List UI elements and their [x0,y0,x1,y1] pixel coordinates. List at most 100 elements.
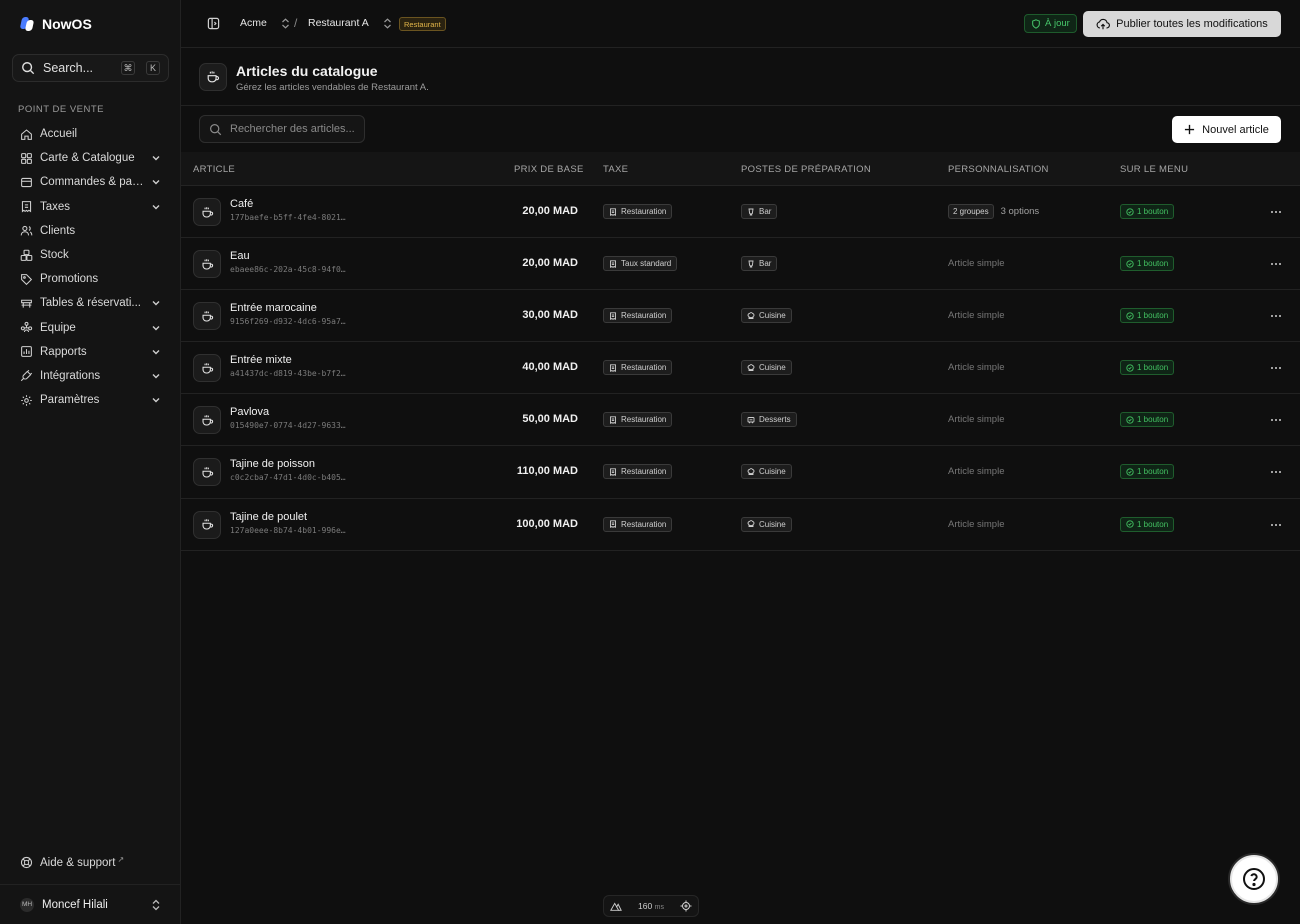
new-article-button[interactable]: Nouvel article [1172,116,1281,143]
check-circle-icon [1126,520,1134,528]
receipt-icon [610,416,616,424]
app-name: NowOS [42,16,92,32]
sidebar-item-accueil[interactable]: Accueil [12,122,169,146]
article-name[interactable]: Entrée mixte [230,354,292,366]
article-name[interactable]: Café [230,198,253,210]
tax-badge: Restauration [603,464,673,480]
station-badge: Bar [741,204,778,219]
station-label: Bar [759,207,772,216]
dev-toolbar: 160 ms [603,895,699,917]
col-stations[interactable]: POSTES DE PRÉPARATION [741,164,871,175]
receipt-icon [610,312,616,320]
more-actions-icon[interactable] [1270,519,1282,531]
receipt-icon [21,177,32,188]
render-time: 160 ms [638,901,664,911]
cloud-upload-icon [1096,18,1111,30]
chevron-down-icon [152,398,160,403]
col-tax[interactable]: TAXE [603,164,628,175]
article-name[interactable]: Entrée marocaine [230,302,317,314]
more-actions-icon[interactable] [1270,414,1282,426]
sidebar-item-equipe[interactable]: Équipe [12,316,169,340]
check-circle-icon [1126,364,1134,372]
station-label: Cuisine [759,519,786,529]
article-name[interactable]: Pavlova [230,406,269,418]
tax-label: Restauration [621,467,667,477]
sidebar-item-carte-catalogue[interactable]: Carte & Catalogue [12,146,169,170]
lifebuoy-icon [20,856,33,869]
article-id: 127a0eee-8b74-4b01-996e… [230,525,346,535]
location-switcher[interactable]: Restaurant A [308,17,392,29]
nuxt-logo-icon[interactable] [610,900,622,912]
table-row[interactable]: Entrée marocaine 9156f269-d932-4dc6-95a7… [181,290,1300,343]
table-row[interactable]: Pavlova 015490e7-0774-4d27-9633… 50,00 M… [181,394,1300,447]
col-price[interactable]: PRIX DE BASE [514,164,584,175]
more-actions-icon[interactable] [1270,310,1282,322]
article-search[interactable] [199,115,365,143]
on-menu-badge: 1 bouton [1120,464,1175,480]
on-menu-label: 1 bouton [1137,519,1169,529]
help-label: Aide & support [40,856,116,869]
plus-icon [1185,124,1195,135]
sidebar-item-tables[interactable]: Tables & réservati... [12,291,169,315]
article-name[interactable]: Eau [230,250,250,262]
render-time-unit: ms [654,904,664,911]
simple-article-label: Article simple [948,466,1005,478]
gear-icon [21,394,32,406]
on-menu-badge: 1 bouton [1120,256,1175,272]
sidebar-item-label: Rapports [40,345,87,358]
check-circle-icon [1126,468,1134,476]
publish-all-button[interactable]: Publier toutes les modifications [1083,11,1281,37]
tax-label: Taux standard [621,259,672,269]
table-row[interactable]: Entrée mixte a41437dc-d819-43be-b7f2… 40… [181,342,1300,395]
sidebar-item-rapports[interactable]: Rapports [12,340,169,364]
coffee-icon [193,510,221,539]
on-menu-label: 1 bouton [1137,467,1169,477]
sidebar-item-promotions[interactable]: Promotions [12,267,169,291]
toolbar: Nouvel article [181,106,1300,152]
check-circle-icon [1126,416,1134,424]
sidebar-item-label: Promotions [40,273,99,286]
page-title: Articles du catalogue [236,63,378,79]
sidebar-item-commandes[interactable]: Commandes & pai... [12,170,169,194]
user-menu[interactable]: MH Moncef Hilali [0,884,181,924]
check-circle-icon [1126,207,1134,216]
location-type-badge: Restaurant [399,17,446,31]
receipt-icon [610,364,616,372]
org-switcher[interactable]: Acme [240,17,290,29]
global-search-button[interactable]: Search... ⌘ K [12,54,169,82]
tax-icon [21,201,32,213]
search-icon [22,62,35,75]
tax-label: Restauration [621,363,667,373]
table-row[interactable]: Eau ebaee86c-202a-45c8-94f0… 20,00 MAD T… [181,238,1300,291]
sidebar-item-parametres[interactable]: Paramètres [12,388,169,412]
article-search-input[interactable] [230,123,355,135]
article-name[interactable]: Tajine de poulet [230,511,307,523]
sidebar-item-taxes[interactable]: Taxes [12,195,169,219]
chevrons-up-down-icon [383,17,391,29]
sidebar-item-stock[interactable]: Stock [12,243,169,267]
sidebar-item-clients[interactable]: Clients [12,219,169,243]
col-on-menu[interactable]: SUR LE MENU [1120,164,1188,175]
brand[interactable]: NowOS [19,14,92,34]
more-actions-icon[interactable] [1270,206,1282,218]
article-id: 177baefe-b5ff-4fe4-8021… [230,213,346,222]
help-button[interactable] [1230,855,1278,903]
tax-label: Restauration [621,207,667,216]
help-support-link[interactable]: Aide & support ↗ [20,855,124,869]
sync-status-label: À jour [1045,18,1070,29]
table-row[interactable]: Tajine de poisson c0c2cba7-47d1-4d0c-b40… [181,446,1300,499]
sidebar-toggle-icon[interactable] [207,17,220,30]
table-row[interactable]: Café 177baefe-b5ff-4fe4-8021… 20,00 MAD … [181,186,1300,239]
sidebar-item-integrations[interactable]: Intégrations [12,364,169,388]
col-personalisation[interactable]: PERSONNALISATION [948,164,1049,175]
station-label: Desserts [759,415,791,425]
tax-badge: Restauration [603,516,673,532]
col-article[interactable]: ARTICLE [193,164,235,175]
more-actions-icon[interactable] [1270,258,1282,270]
more-actions-icon[interactable] [1270,466,1282,478]
article-name[interactable]: Tajine de poisson [230,458,315,470]
more-actions-icon[interactable] [1270,362,1282,374]
table-row[interactable]: Tajine de poulet 127a0eee-8b74-4b01-996e… [181,499,1300,551]
target-icon[interactable] [680,900,692,912]
on-menu-label: 1 bouton [1137,363,1169,373]
